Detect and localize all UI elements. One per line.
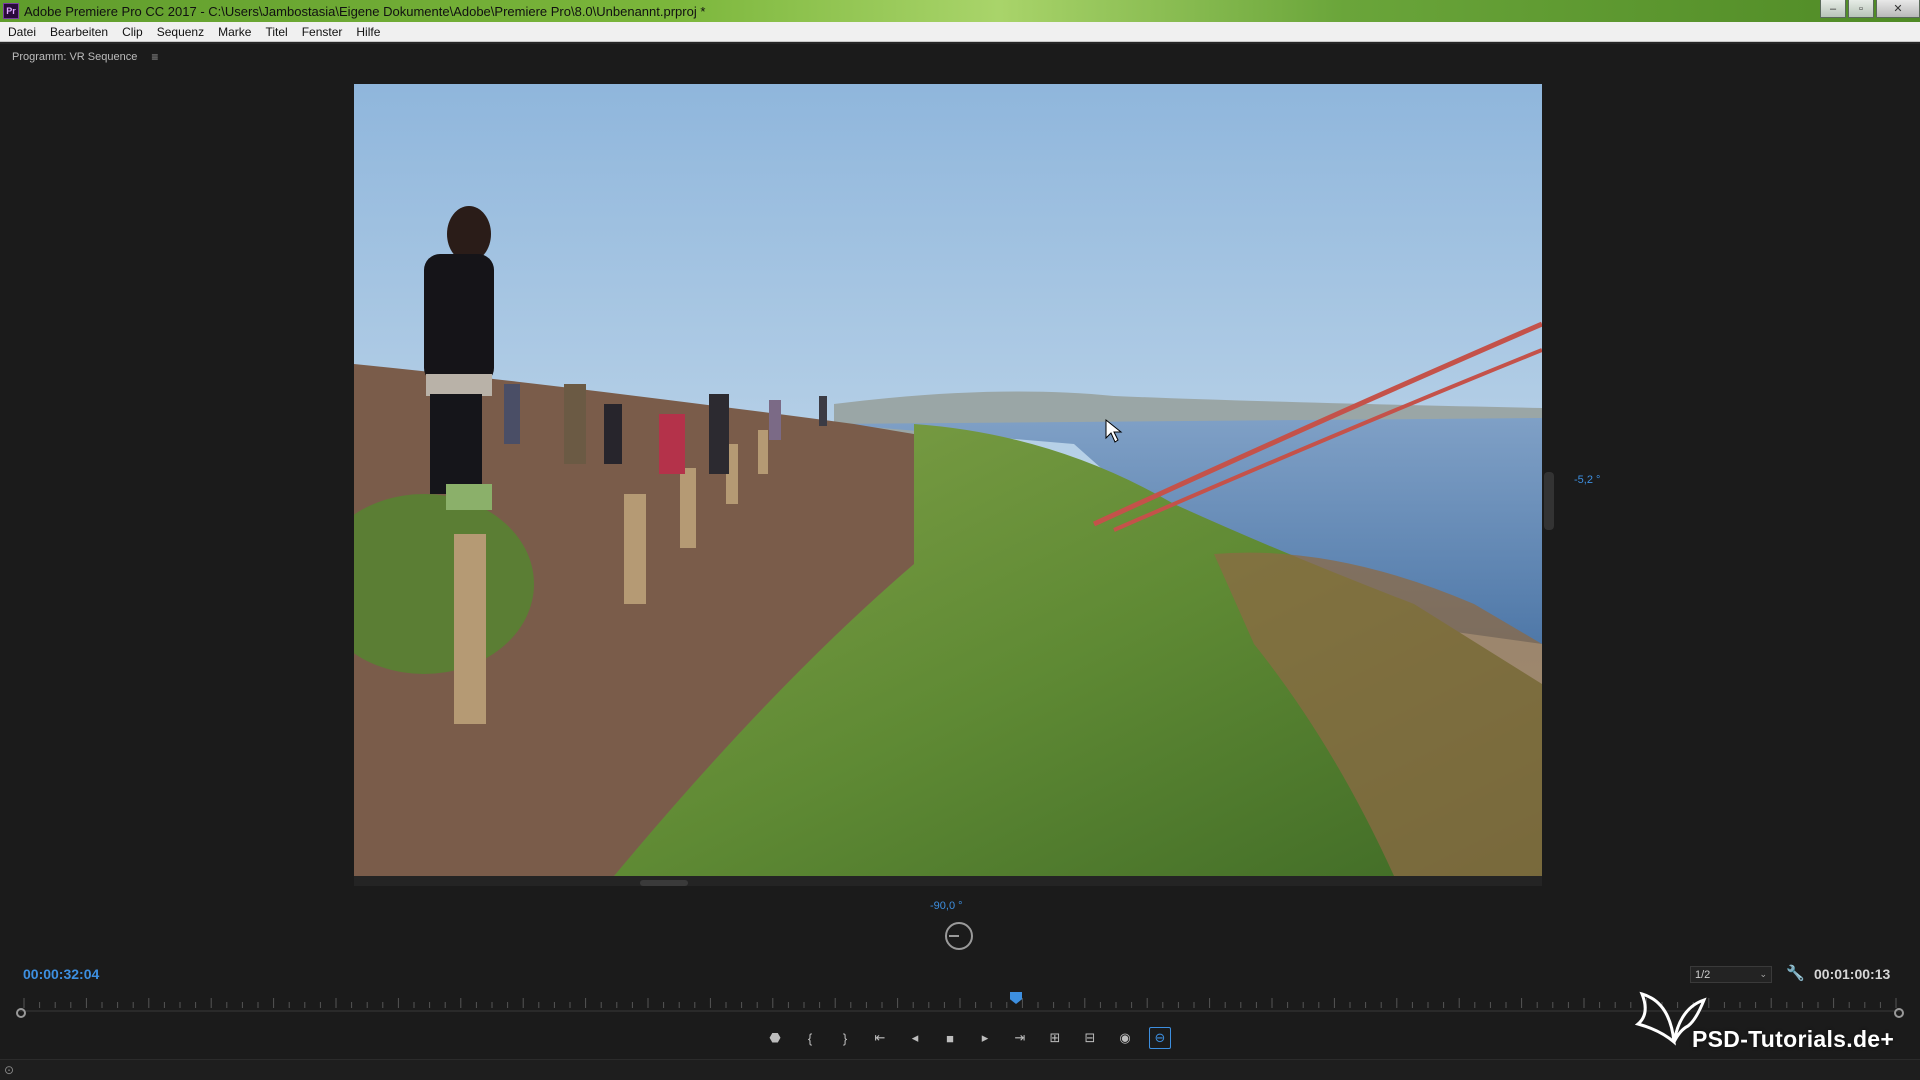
resolution-value: 1/2 [1695,968,1711,981]
camera-icon: ◉ [1119,1030,1131,1045]
status-bar: ⊙ [0,1059,1920,1080]
mark-out-button[interactable]: } [834,1027,856,1049]
stop-button[interactable]: ■ [939,1027,961,1049]
video-frame [354,84,1542,876]
status-icon[interactable]: ⊙ [4,1063,14,1077]
go-to-out-icon: ⇥ [1014,1030,1026,1045]
stop-icon: ■ [946,1030,954,1046]
panel-menu-icon[interactable]: ≡ [151,50,158,64]
panel-title-tab[interactable]: Programm: VR Sequence [12,51,137,63]
chevron-down-icon: ⌄ [1759,969,1767,979]
lift-button[interactable]: ⊞ [1044,1027,1066,1049]
vertical-pitch-slider[interactable] [1544,472,1554,530]
menu-datei[interactable]: Datei [2,25,42,39]
ruler-ticks [20,998,1900,1012]
current-timecode[interactable]: 00:00:32:04 [23,966,99,982]
add-marker-button[interactable]: ⬣ [764,1027,786,1049]
fence-post [758,430,768,474]
close-button[interactable]: ✕ [1876,0,1920,18]
pitch-readout: -5,2 ° [1574,474,1601,486]
go-to-in-button[interactable]: ⇤ [869,1027,891,1049]
go-to-out-button[interactable]: ⇥ [1009,1027,1031,1049]
menu-titel[interactable]: Titel [259,25,293,39]
maximize-icon: ▫ [1859,2,1863,15]
menu-clip[interactable]: Clip [116,25,149,39]
title-bar: Pr Adobe Premiere Pro CC 2017 - C:\Users… [0,0,1920,22]
lift-icon: ⊞ [1049,1030,1061,1045]
psd-tutorials-watermark: PSD-Tutorials.de+ [1630,990,1900,1052]
wrench-settings-icon[interactable]: 🔧 [1786,964,1805,982]
mark-in-button[interactable]: { [799,1027,821,1049]
fence-post [454,534,486,724]
horizontal-pan-handle[interactable] [640,880,688,886]
maximize-button[interactable]: ▫ [1848,0,1874,18]
horizontal-pan-track[interactable] [354,876,1542,886]
close-icon: ✕ [1893,3,1903,15]
duration-timecode: 00:01:00:13 [1814,966,1891,982]
panel-header: Programm: VR Sequence ≡ [12,50,158,64]
zoom-handle-left[interactable] [16,1008,26,1018]
step-forward-icon: ▸ [981,1030,989,1045]
step-back-button[interactable]: ◂ [904,1027,926,1049]
extract-icon: ⊟ [1084,1030,1096,1045]
menu-bar: Datei Bearbeiten Clip Sequenz Marke Tite… [0,22,1920,42]
vr-video-toggle-icon: ⊖ [1154,1030,1166,1045]
fence-post [624,494,646,604]
menu-sequenz[interactable]: Sequenz [151,25,210,39]
step-back-icon: ◂ [911,1030,919,1045]
export-frame-button[interactable]: ◉ [1114,1027,1136,1049]
vr-video-viewport[interactable] [354,84,1542,876]
window-title: Adobe Premiere Pro CC 2017 - C:\Users\Ja… [24,3,706,19]
add-marker-icon: ⬣ [769,1030,781,1045]
mark-in-icon: { [807,1030,813,1046]
yaw-dial-icon[interactable] [945,922,973,950]
window-controls: ‒ ▫ ✕ [1818,0,1920,20]
go-to-in-icon: ⇤ [874,1030,886,1045]
minimize-button[interactable]: ‒ [1820,0,1846,18]
time-ruler[interactable] [20,990,1900,1012]
watermark-text: PSD-Tutorials.de+ [1692,1026,1895,1052]
minimize-icon: ‒ [1829,2,1837,15]
menu-marke[interactable]: Marke [212,25,257,39]
fence-post [680,468,696,548]
menu-hilfe[interactable]: Hilfe [350,25,386,39]
vr-video-toggle-button[interactable]: ⊖ [1149,1027,1171,1049]
step-forward-button[interactable]: ▸ [974,1027,996,1049]
premiere-app-icon[interactable]: Pr [3,3,19,19]
menu-fenster[interactable]: Fenster [296,25,349,39]
mark-out-icon: } [842,1030,848,1046]
menu-bearbeiten[interactable]: Bearbeiten [44,25,114,39]
playback-resolution-select[interactable]: 1/2 ⌄ [1690,966,1772,983]
transport-controls: ⬣ { } ⇤ ◂ ■ ▸ ⇥ ⊞ ⊟ ◉ ⊖ [764,1026,1184,1050]
yaw-readout: -90,0 ° [930,900,963,912]
extract-button[interactable]: ⊟ [1079,1027,1101,1049]
